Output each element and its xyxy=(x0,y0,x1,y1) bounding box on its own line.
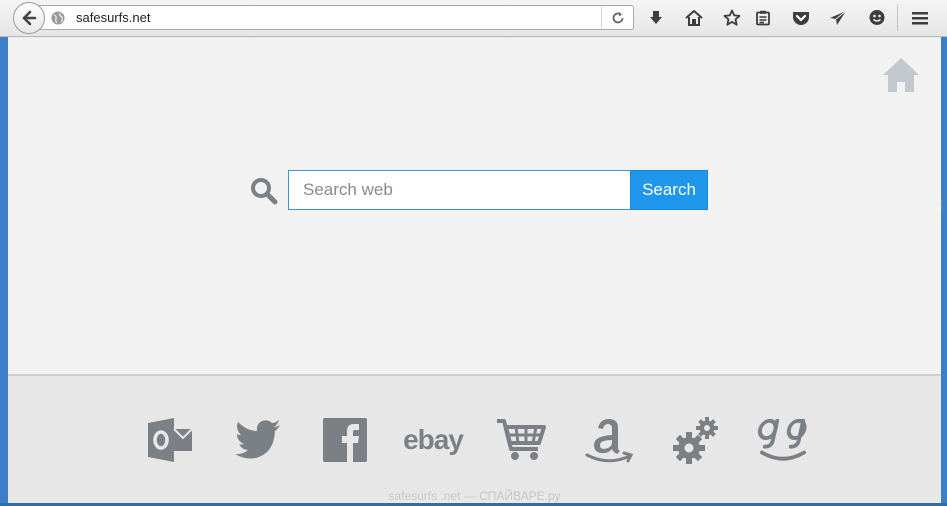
amazon-icon xyxy=(585,419,634,463)
menu-button[interactable] xyxy=(909,7,931,29)
reload-button[interactable] xyxy=(601,6,633,29)
hello-icon xyxy=(869,10,885,25)
url-bar[interactable]: safesurfs.net xyxy=(38,5,634,30)
browser-window: safesurfs.net Search web Search ebay saf… xyxy=(0,0,947,506)
reading-list-icon xyxy=(756,10,770,26)
home-icon xyxy=(685,10,703,26)
download-button[interactable] xyxy=(645,7,667,29)
outlook-icon xyxy=(148,418,193,462)
facebook-icon xyxy=(323,418,367,462)
cart-icon xyxy=(497,419,546,460)
quick-link-outlook[interactable] xyxy=(145,415,195,465)
back-arrow-icon xyxy=(22,10,37,26)
quick-link-settings[interactable] xyxy=(671,415,721,465)
page-content: Search xyxy=(8,38,941,376)
window-frame-left xyxy=(0,37,8,506)
search-icon xyxy=(249,176,279,206)
back-button[interactable] xyxy=(13,2,45,34)
gg-icon xyxy=(758,418,807,461)
home-icon xyxy=(883,58,919,92)
menu-icon xyxy=(912,12,928,25)
resize-grip[interactable] xyxy=(941,200,943,212)
search-button[interactable]: Search xyxy=(630,170,708,210)
browser-toolbar: safesurfs.net xyxy=(0,0,947,37)
send-icon xyxy=(830,10,847,25)
send-button[interactable] xyxy=(827,7,849,29)
twitter-icon xyxy=(235,420,280,459)
quick-link-shopping[interactable] xyxy=(496,415,546,465)
home-link[interactable] xyxy=(881,56,921,94)
ebay-icon: ebay xyxy=(403,424,464,455)
url-text: safesurfs.net xyxy=(76,10,151,25)
quick-link-facebook[interactable] xyxy=(320,415,370,465)
quick-link-ebay[interactable]: ebay xyxy=(403,415,464,465)
footer-note: safesurfs .net — СПАЙВАРЕ.ру xyxy=(388,489,561,503)
quick-link-amazon[interactable] xyxy=(584,415,634,465)
window-frame-right xyxy=(941,37,947,506)
quick-links-bar: ebay safesurfs .net — СПАЙВАРЕ.ру xyxy=(8,377,941,503)
home-button[interactable] xyxy=(683,7,705,29)
hello-button[interactable] xyxy=(866,7,888,29)
gears-icon xyxy=(673,417,718,464)
bookmark-button[interactable] xyxy=(721,7,743,29)
download-icon xyxy=(650,11,662,24)
reading-list-button[interactable] xyxy=(752,7,774,29)
globe-icon xyxy=(51,11,65,25)
reload-icon xyxy=(612,11,623,23)
pocket-icon xyxy=(793,12,809,25)
search-input[interactable] xyxy=(288,170,631,210)
pocket-button[interactable] xyxy=(790,7,812,29)
quick-link-games[interactable] xyxy=(758,415,808,465)
toolbar-separator xyxy=(897,4,898,31)
bookmark-star-icon xyxy=(723,9,741,26)
quick-link-twitter[interactable] xyxy=(233,415,283,465)
